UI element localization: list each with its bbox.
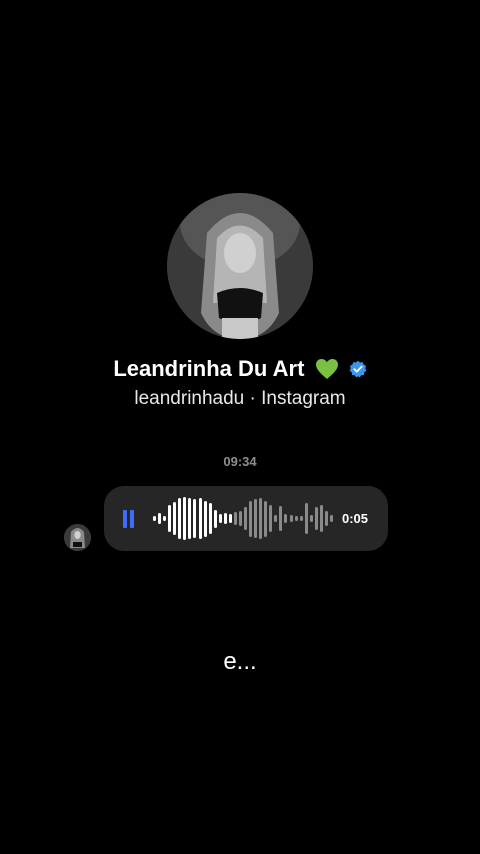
waveform-bar [218, 514, 222, 523]
waveform-bar [254, 499, 258, 538]
video-caption: e... [223, 648, 257, 675]
waveform-bar [264, 500, 268, 537]
screen: Leandrinha Du Art leandrinhadu · Instagr… [0, 0, 480, 854]
waveform-bar [168, 505, 172, 532]
waveform-bar [238, 510, 242, 527]
voice-message-bubble[interactable]: 0:05 [104, 486, 388, 551]
waveform-bar [208, 502, 212, 535]
waveform-bar [329, 515, 333, 522]
waveform-bar [284, 514, 288, 523]
waveform-bar [203, 500, 207, 537]
profile-avatar[interactable] [167, 193, 313, 339]
waveform-bar [294, 515, 298, 522]
waveform-bar [279, 506, 283, 531]
waveform-bar [193, 499, 197, 538]
profile-name[interactable]: Leandrinha Du Art [0, 353, 480, 385]
waveform-bar [173, 501, 177, 536]
audio-waveform[interactable] [152, 496, 334, 541]
waveform-bar [163, 515, 167, 522]
sender-avatar[interactable] [64, 524, 91, 551]
sender-photo-icon [64, 524, 91, 551]
waveform-bar [304, 502, 308, 535]
message-timestamp: 09:34 [223, 454, 257, 469]
waveform-bar [228, 513, 232, 524]
waveform-bar [269, 505, 273, 532]
waveform-bar [324, 510, 328, 527]
waveform-bar [289, 515, 293, 522]
profile-subtitle: leandrinhadu · Instagram [134, 388, 346, 409]
waveform-bar [249, 500, 253, 537]
waveform-bar [233, 511, 237, 526]
waveform-bar [299, 516, 303, 521]
waveform-bar [274, 515, 278, 522]
profile-photo-icon [167, 193, 313, 339]
waveform-bar [244, 507, 248, 530]
waveform-bar [158, 512, 162, 525]
green-heart-icon [315, 358, 339, 380]
pause-icon[interactable] [122, 510, 136, 528]
voice-duration: 0:05 [342, 511, 369, 526]
waveform-bar [153, 516, 157, 521]
waveform-bar [259, 498, 263, 539]
waveform-bar [188, 497, 192, 540]
waveform-bar [213, 509, 217, 528]
waveform-bar [178, 498, 182, 539]
waveform-bar [223, 512, 227, 525]
waveform-bar [309, 515, 313, 522]
verified-badge-icon [349, 360, 367, 378]
profile-name-text: Leandrinha Du Art [113, 356, 305, 381]
waveform-bar [198, 498, 202, 539]
waveform-bar [314, 507, 318, 530]
waveform-bar [319, 505, 323, 532]
waveform-bar [183, 497, 187, 540]
